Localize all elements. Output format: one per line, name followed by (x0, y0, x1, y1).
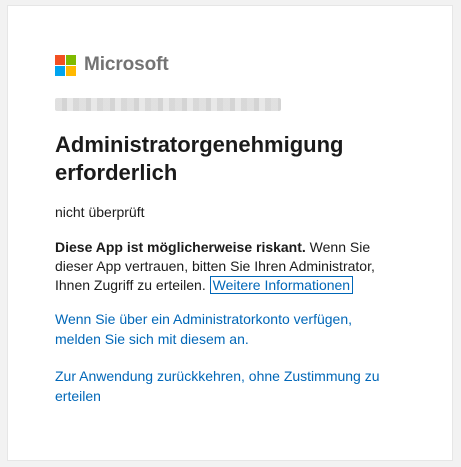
risk-warning: Diese App ist möglicherweise riskant. We… (55, 238, 405, 295)
brand-header: Microsoft (55, 53, 169, 77)
brand-name: Microsoft (84, 54, 169, 75)
verification-status: nicht überprüft (55, 204, 145, 220)
risk-warning-bold: Diese App ist möglicherweise riskant. (55, 239, 306, 255)
return-to-app-link[interactable]: Zur Anwendung zurückkehren, ohne Zustimm… (55, 366, 415, 406)
microsoft-logo-icon (55, 54, 76, 76)
account-identifier-redacted (55, 98, 281, 111)
logo-square-blue (55, 65, 65, 76)
consent-card: Microsoft Administratorgenehmigung erfor… (7, 5, 453, 461)
page-title: Administratorgenehmigung erforderlich (55, 132, 344, 185)
more-info-link[interactable]: Weitere Informationen (209, 276, 354, 294)
logo-square-yellow (66, 65, 76, 76)
logo-square-green (66, 54, 76, 65)
admin-signin-link[interactable]: Wenn Sie über ein Administratorkonto ver… (55, 309, 395, 349)
logo-square-red (55, 54, 65, 65)
